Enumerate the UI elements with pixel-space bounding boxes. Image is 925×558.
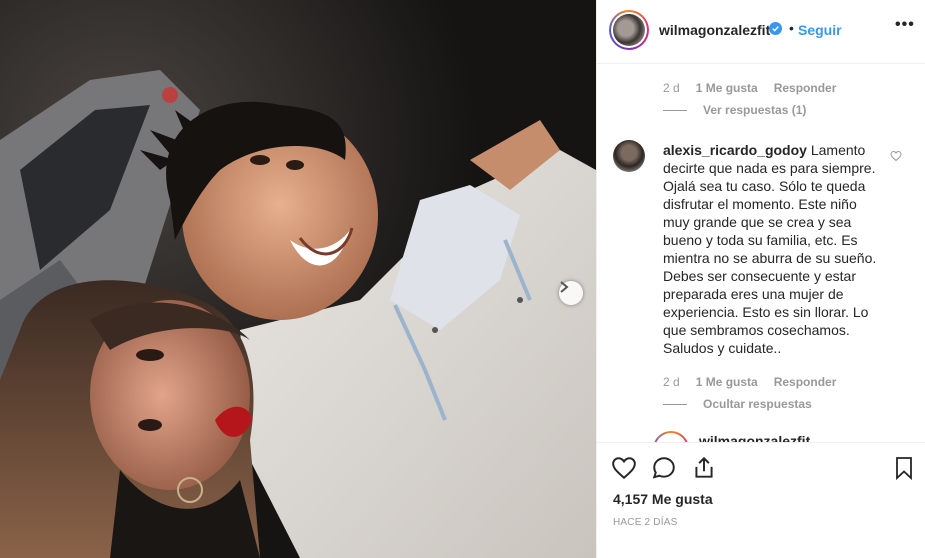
comment-time[interactable]: 2 d — [663, 81, 680, 95]
hide-replies-toggle[interactable]: Ocultar respuestas — [663, 397, 812, 411]
author-avatar[interactable] — [609, 10, 649, 50]
comment-text: Lamento decirte que nada es para siempre… — [663, 142, 877, 356]
separator-dot: • — [789, 20, 794, 36]
chevron-right-icon — [560, 281, 569, 293]
post-header: wilmagonzalezfit • Seguir ••• — [597, 0, 925, 64]
reply-button[interactable]: Responder — [774, 375, 837, 389]
follow-button[interactable]: Seguir — [798, 22, 842, 38]
next-photo-button[interactable] — [559, 281, 583, 305]
comment-likes[interactable]: 1 Me gusta — [696, 375, 758, 389]
commenter-avatar[interactable] — [613, 140, 645, 172]
comments-list[interactable]: 2 d 1 Me gusta Responder Ver respuestas … — [597, 65, 925, 442]
verified-badge-icon — [769, 22, 782, 40]
post-actions: 4,157 Me gusta HACE 2 DÍAS — [597, 442, 925, 558]
comment-icon[interactable] — [651, 455, 677, 486]
view-replies-label: Ver respuestas (1) — [703, 103, 807, 117]
reply-button[interactable]: Responder — [774, 81, 837, 95]
comment-likes[interactable]: 1 Me gusta — [696, 81, 758, 95]
view-replies-toggle[interactable]: Ver respuestas (1) — [663, 103, 806, 117]
author-username[interactable]: wilmagonzalezfit — [659, 22, 770, 38]
post-timestamp[interactable]: HACE 2 DÍAS — [613, 517, 677, 528]
reply-author-avatar[interactable] — [653, 431, 689, 442]
comment-meta: 2 d 1 Me gusta Responder — [663, 375, 836, 389]
bookmark-icon[interactable] — [892, 455, 916, 486]
comment-time[interactable]: 2 d — [663, 375, 680, 389]
reply-author-username[interactable]: wilmagonzalezfit — [699, 433, 810, 442]
selfie-image — [0, 0, 596, 558]
post-photo — [0, 0, 596, 558]
hide-replies-label: Ocultar respuestas — [703, 397, 812, 411]
share-icon[interactable] — [691, 455, 717, 486]
comment-body: alexis_ricardo_godoy Lamento decirte que… — [663, 141, 885, 357]
post-details-panel: wilmagonzalezfit • Seguir ••• 2 d 1 Me g… — [596, 0, 925, 558]
comment-meta: 2 d 1 Me gusta Responder — [663, 81, 836, 95]
like-comment-heart-icon[interactable] — [890, 149, 902, 167]
heart-icon[interactable] — [611, 455, 637, 486]
likes-count[interactable]: 4,157 Me gusta — [613, 491, 713, 507]
commenter-username[interactable]: alexis_ricardo_godoy — [663, 142, 807, 158]
more-options-button[interactable]: ••• — [895, 16, 915, 34]
